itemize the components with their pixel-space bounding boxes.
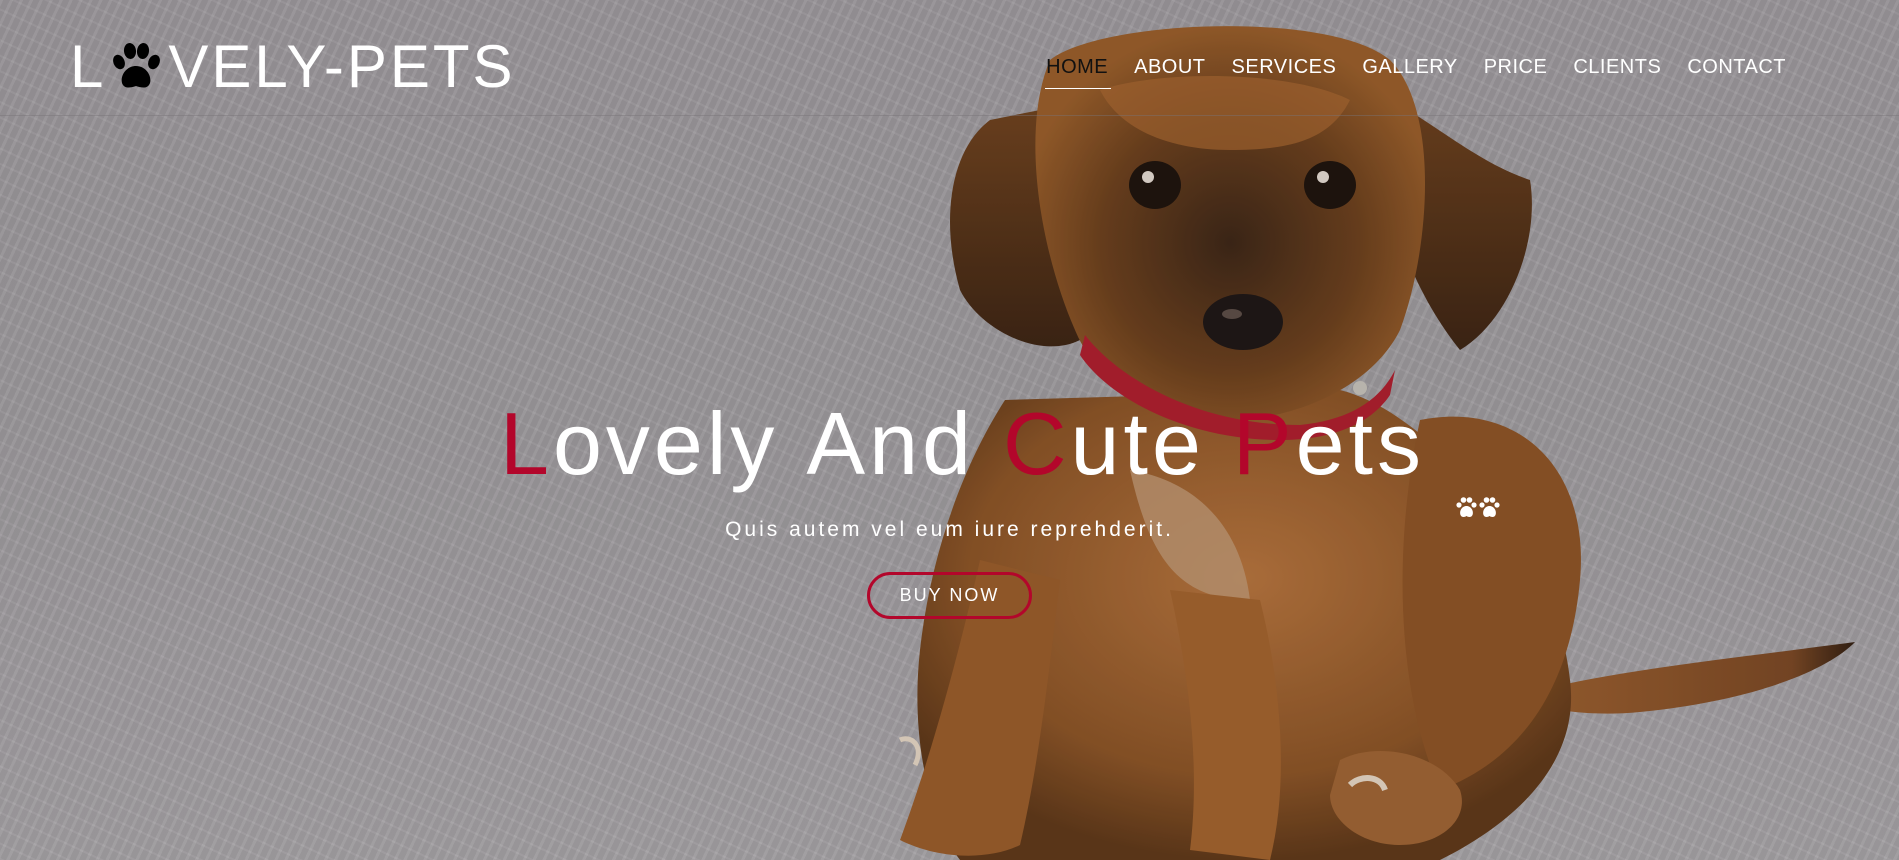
hero-title-initial: C [1002,394,1071,493]
buy-now-button[interactable]: BUY NOW [866,572,1033,619]
hero-title-rest: ute [1070,394,1205,493]
hero-title-rest: ovely [552,394,779,493]
double-paw-icon [1455,446,1501,517]
nav-item-home[interactable]: HOME [1033,54,1121,89]
hero-content: Lovely And Cute Pets Quis autem vel eum … [0,400,1899,619]
hero-title-word-1: Lovely [500,400,778,488]
main-nav: HOME ABOUT SERVICES GALLERY PRICE CLIENT… [1033,54,1799,89]
hero-title-word-2: And [806,394,975,493]
site-header: L VELY-PETS HOME ABOUT SERVICES GALLERY … [0,0,1899,116]
hero-subtitle: Quis autem vel eum iure reprehderit. [725,518,1174,541]
hero-title-initial: L [500,394,553,493]
nav-item-services[interactable]: SERVICES [1219,54,1350,89]
hero-title-rest: ets [1295,394,1425,493]
logo-text-start: L [70,33,107,100]
hero-title-word-4: Pets [1233,400,1425,488]
logo-text-end: VELY-PETS [168,33,516,100]
paw-icon [110,42,162,92]
nav-item-contact[interactable]: CONTACT [1674,54,1799,89]
hero-section: L VELY-PETS HOME ABOUT SERVICES GALLERY … [0,0,1899,860]
hero-title-initial: P [1232,394,1296,493]
site-logo[interactable]: L VELY-PETS [70,34,516,100]
hero-title-word-3: Cute [1003,400,1205,488]
nav-item-gallery[interactable]: GALLERY [1349,54,1470,89]
nav-item-price[interactable]: PRICE [1471,54,1561,89]
nav-item-clients[interactable]: CLIENTS [1560,54,1674,89]
hero-title: Lovely And Cute Pets [486,394,1501,517]
nav-item-about[interactable]: ABOUT [1121,54,1218,89]
